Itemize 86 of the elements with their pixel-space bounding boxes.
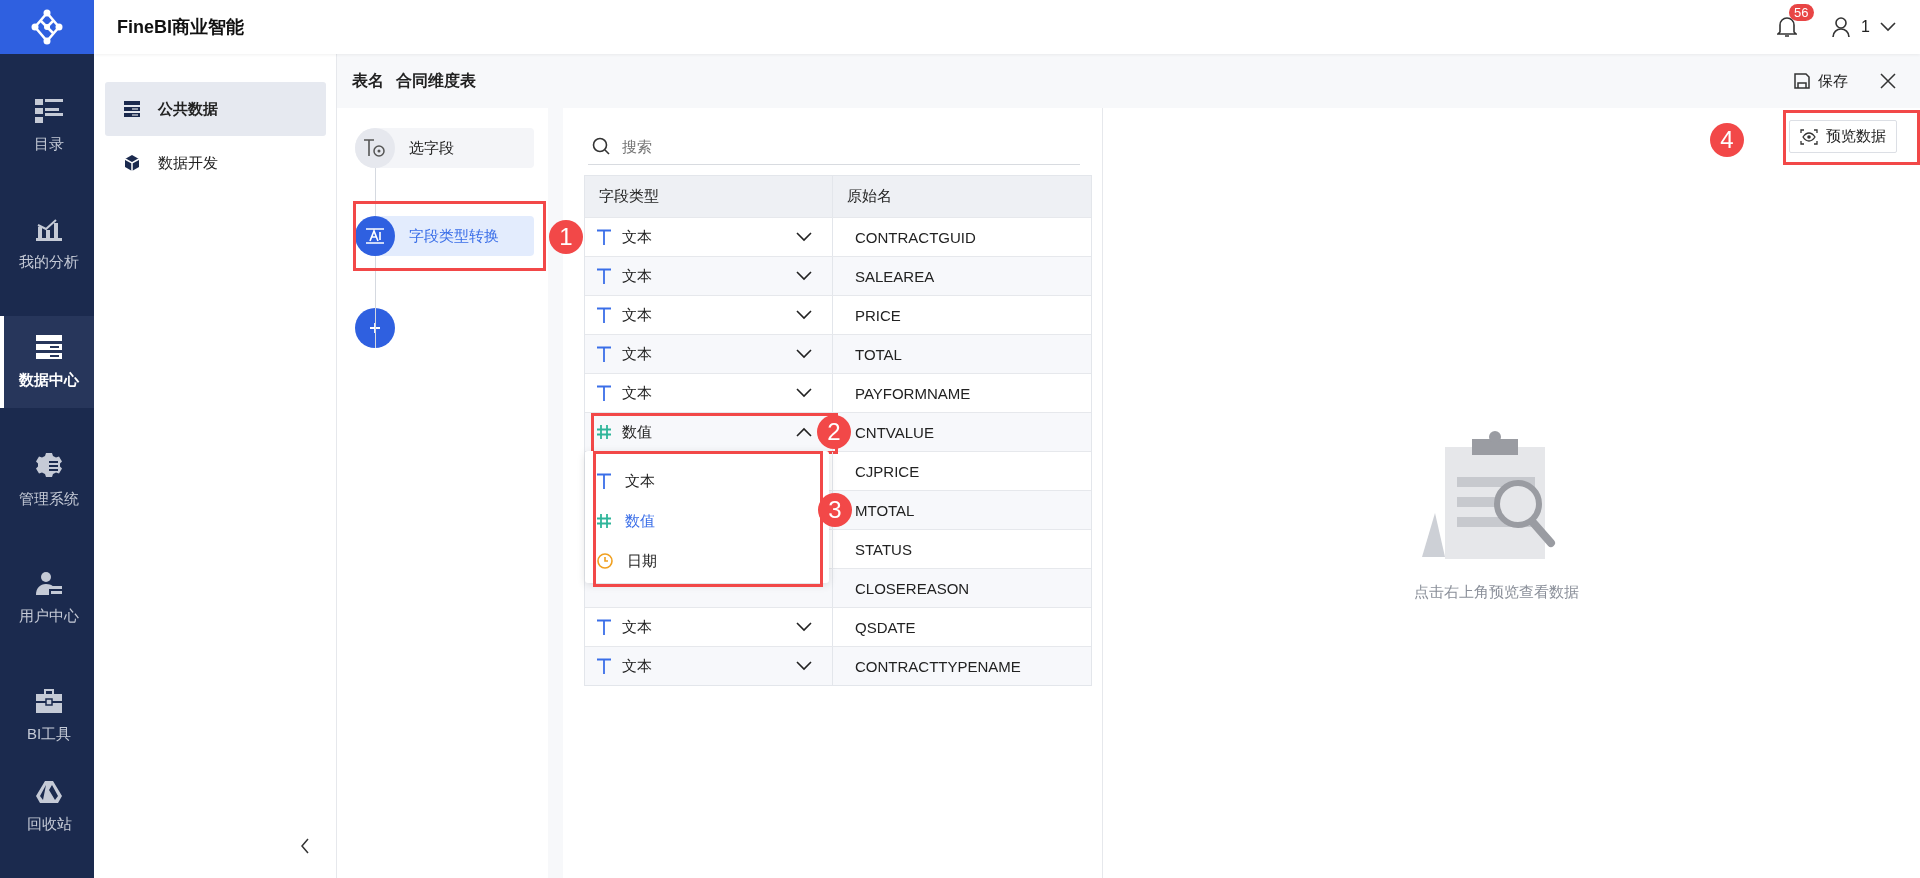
logo-block[interactable] (0, 0, 94, 54)
close-icon[interactable] (1880, 73, 1896, 89)
chevron-up-icon (796, 427, 812, 437)
column-header: 原始名 (846, 186, 892, 206)
list-icon (35, 98, 63, 123)
subnav-item[interactable]: 数据开发 (105, 136, 326, 190)
table-cell: QSDATE (855, 618, 916, 636)
type-dropdown[interactable]: 文本 (585, 296, 814, 334)
nav-item[interactable]: BI工具 (0, 670, 94, 762)
collapse-icon[interactable] (300, 838, 310, 854)
chevron-down-icon (796, 388, 812, 398)
nav-item[interactable]: 我的分析 (0, 198, 94, 290)
table-cell: PAYFORMNAME (855, 384, 971, 402)
user-name[interactable]: 1 (1861, 18, 1870, 36)
callout-number: 1 (549, 220, 583, 254)
column-header: 字段类型 (585, 176, 833, 217)
text-type-icon (597, 307, 611, 323)
type-convert-icon (364, 226, 386, 246)
type-dropdown[interactable]: 文本 (585, 257, 814, 295)
type-dropdown[interactable]: 数值 (585, 413, 814, 451)
user-icon (36, 570, 62, 595)
nav-item[interactable]: 目录 (0, 80, 94, 172)
toolbox-icon (36, 688, 62, 713)
table-cell: PRICE (855, 306, 901, 324)
table-name: 合同维度表 (396, 70, 476, 91)
type-dropdown[interactable]: 文本 (585, 374, 814, 412)
step-item[interactable]: 字段类型转换 (355, 216, 534, 256)
step-item[interactable]: 选字段 (355, 128, 534, 168)
table-cell: STATUS (855, 540, 912, 558)
table-cell: CJPRICE (855, 462, 920, 480)
chevron-down-icon[interactable] (1880, 22, 1896, 32)
text-type-icon (597, 658, 611, 674)
chevron-down-icon (796, 232, 812, 242)
gear-icon (36, 451, 62, 478)
text-type-icon (597, 619, 611, 635)
nav-item[interactable]: 数据中心 (0, 316, 94, 408)
text-type-icon (597, 268, 611, 284)
clock-icon (597, 553, 613, 569)
chevron-down-icon (796, 622, 812, 632)
text-type-icon (597, 385, 611, 401)
type-dropdown[interactable]: 文本 (585, 647, 814, 685)
database-icon (124, 101, 140, 117)
chevron-down-icon (796, 349, 812, 359)
nav-item[interactable]: 管理系统 (0, 434, 94, 526)
type-dropdown[interactable]: 文本 (585, 608, 814, 646)
cube-icon (124, 155, 140, 171)
plus-icon (369, 322, 381, 334)
nav-item[interactable]: 用户中心 (0, 552, 94, 644)
table-cell: SALEAREA (855, 267, 935, 285)
database-icon (36, 334, 62, 359)
chevron-down-icon (796, 661, 812, 671)
text-field-icon (363, 138, 387, 158)
table-cell: CONTRACTGUID (855, 228, 976, 246)
save-button[interactable]: 保存 (1794, 71, 1848, 91)
notification-badge: 56 (1789, 4, 1814, 21)
eye-icon (1800, 128, 1818, 145)
preview-data-button[interactable]: 预览数据 (1789, 120, 1897, 153)
chart-icon (36, 216, 62, 241)
search-field[interactable]: 搜索 (620, 130, 1080, 162)
callout-number: 2 (817, 415, 851, 449)
type-dropdown[interactable]: 文本 (585, 218, 814, 256)
hash-icon (597, 514, 611, 528)
chevron-down-icon (796, 271, 812, 281)
save-icon (1794, 73, 1810, 89)
chevron-down-icon (796, 310, 812, 320)
app-title: FineBI商业智能 (117, 16, 244, 39)
bell-icon[interactable] (1777, 16, 1798, 38)
table-cell: MTOTAL (855, 501, 915, 519)
dropdown-option[interactable]: 日期 (585, 541, 829, 581)
table-cell: CNTVALUE (855, 423, 934, 441)
table-name-label: 表名 (352, 70, 384, 91)
hash-icon (597, 425, 611, 439)
empty-state-text: 点击右上角预览查看数据 (1414, 583, 1579, 602)
table-cell: CLOSEREASON (855, 579, 970, 597)
user-icon[interactable] (1831, 16, 1852, 38)
text-type-icon (597, 346, 611, 362)
subnav-item[interactable]: 公共数据 (105, 82, 326, 136)
type-dropdown[interactable]: 文本 (585, 335, 814, 373)
add-step-button[interactable] (355, 308, 395, 348)
text-type-icon (597, 229, 611, 245)
text-type-icon (597, 473, 611, 489)
callout-number: 4 (1710, 123, 1744, 157)
table-cell: TOTAL (855, 345, 902, 363)
search-icon (592, 137, 610, 155)
nav-item[interactable]: 回收站 (0, 762, 94, 852)
table-cell: CONTRACTTYPENAME (855, 657, 1021, 675)
